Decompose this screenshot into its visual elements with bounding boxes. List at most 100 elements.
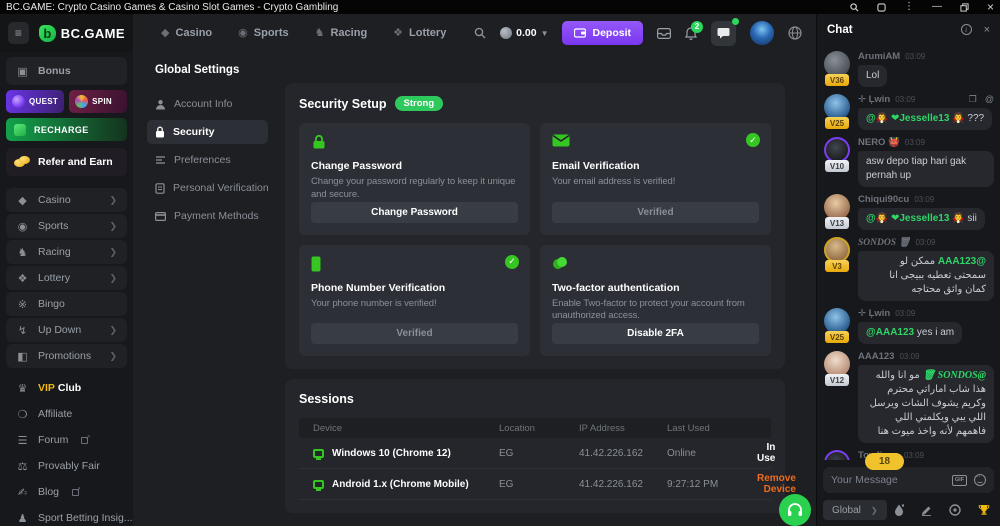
settings-nav-personal-verification[interactable]: Personal Verification <box>147 176 268 200</box>
spin-button[interactable]: SPIN <box>69 90 127 113</box>
nav-link-sports[interactable]: ◉ Sports <box>238 27 288 39</box>
brand-name: BC.GAME <box>61 26 125 41</box>
language-globe-icon[interactable] <box>788 26 802 40</box>
sports-icon: ◉ <box>16 220 29 233</box>
mention-icon[interactable]: @ <box>985 94 994 105</box>
titlebar: BC.GAME: Crypto Casino Games & Casino Sl… <box>0 0 1000 14</box>
settings-nav-payment-methods[interactable]: Payment Methods <box>147 204 268 228</box>
verified-check-icon: ✓ <box>505 255 519 269</box>
settings-nav: Global Settings Account Info Security Pr… <box>155 52 268 526</box>
search-icon[interactable] <box>474 27 486 39</box>
chat-close-icon[interactable]: × <box>984 24 990 36</box>
chat-info-icon[interactable]: i <box>961 24 972 35</box>
chat-message-input[interactable] <box>831 474 952 486</box>
sidebar-item-sport-betting-insights[interactable]: ♟ Sport Betting Insig... <box>6 506 127 526</box>
remove-device-button[interactable]: Remove Device <box>757 473 796 495</box>
casino-icon: ◆ <box>161 28 169 39</box>
pencil-icon[interactable] <box>921 505 932 516</box>
sidebar-item-lottery[interactable]: ❖ Lottery ❯ <box>6 266 127 290</box>
chat-channel-selector[interactable]: Global❯ <box>823 500 887 520</box>
rain-drop-icon[interactable] <box>894 504 904 516</box>
nav-link-lottery[interactable]: ❖ Lottery <box>393 27 446 39</box>
nav-link-racing[interactable]: ♞ Racing <box>315 27 368 39</box>
sidebar-item-promotions[interactable]: ◧ Promotions ❯ <box>6 344 127 368</box>
user-avatar[interactable] <box>750 21 774 45</box>
sidebar-item-sports[interactable]: ◉ Sports ❯ <box>6 214 127 238</box>
inbox-icon[interactable] <box>657 28 671 39</box>
coin-icon <box>500 27 512 39</box>
sidebar-item-refer-and-earn[interactable]: Refer and Earn <box>6 148 127 176</box>
bingo-icon: ※ <box>16 298 29 311</box>
sidebar-item-vip-club[interactable]: ♛ VIP Club <box>6 376 127 400</box>
chat-messages: V36 ArumiAM 03:09 Lol V25 ✛ Ļwin 03:09 ❐… <box>817 45 1000 526</box>
chat-toggle-icon[interactable] <box>711 21 736 46</box>
sidebar-item-casino[interactable]: ◆ Casino ❯ <box>6 188 127 212</box>
settings-title: Global Settings <box>155 64 268 76</box>
search-icon[interactable] <box>850 3 859 12</box>
chat-username[interactable]: AAA123 <box>858 351 894 362</box>
sidebar-item-affiliate[interactable]: ❍ Affiliate <box>6 402 127 426</box>
sidebar-item-forum[interactable]: ☰ Forum <box>6 428 127 452</box>
notifications-bell-icon[interactable]: 2 <box>685 27 697 40</box>
sidebar-toggle-button[interactable]: ≡ <box>8 22 29 44</box>
extensions-icon[interactable] <box>877 3 886 12</box>
sports-icon: ◉ <box>238 28 248 39</box>
chat-message: V25 ✛ Ļwin 03:09 ❐@ @🧛 ❤Jesselle13 🧛 ??? <box>823 94 994 130</box>
menu-kebab-icon[interactable]: ⋮ <box>904 2 914 12</box>
card-desc: Your phone number is verified! <box>311 298 518 311</box>
brand-logo[interactable]: b BC.GAME <box>39 25 125 42</box>
card-title: Two-factor authentication <box>552 282 759 294</box>
sidebar-item-blog[interactable]: ✍ Blog <box>6 480 127 504</box>
sidebar-item-bingo[interactable]: ※ Bingo <box>6 292 127 316</box>
chat-username[interactable]: ✛ Ļwin <box>858 94 890 105</box>
chat-username[interactable]: Chiqui90cu <box>858 194 909 205</box>
chat-username[interactable]: ✛ Ļwin <box>858 308 890 319</box>
sidebar-item-provably-fair[interactable]: ⚖ Provably Fair <box>6 454 127 478</box>
smartphone-icon <box>311 256 321 272</box>
notification-count-badge: 2 <box>691 21 703 33</box>
sidebar-item-bonus[interactable]: ▣ Bonus <box>6 57 127 85</box>
wallet-balance[interactable]: 0.00 ▼ <box>500 27 548 39</box>
deposit-button[interactable]: Deposit <box>562 21 643 45</box>
support-button[interactable] <box>779 494 811 526</box>
chevron-right-icon: ❯ <box>109 325 117 336</box>
gif-icon[interactable]: GIF <box>952 475 967 486</box>
unread-messages-badge[interactable]: 18 <box>865 453 904 470</box>
chat-username[interactable]: ArumiAM <box>858 51 900 62</box>
sessions-panel: Sessions Device Location IP Address Last… <box>285 379 785 513</box>
chat-username[interactable]: SONDOS 🗑 <box>858 237 910 248</box>
settings-nav-security[interactable]: Security <box>147 120 268 144</box>
quest-button[interactable]: QUEST <box>6 90 64 113</box>
bcgame-logo-icon: b <box>39 25 56 42</box>
top-nav: ≡ b BC.GAME ◆ Casino ◉ Sports ♞ <box>0 14 816 52</box>
person-icon <box>155 99 166 110</box>
sidebar-item-up-down[interactable]: ↯ Up Down ❯ <box>6 318 127 342</box>
chevron-right-icon: ❯ <box>109 221 117 232</box>
phone-verified-button[interactable]: Verified <box>311 323 518 344</box>
email-verified-button[interactable]: Verified <box>552 202 759 223</box>
settings-nav-account-info[interactable]: Account Info <box>147 92 268 116</box>
insights-icon: ♟ <box>16 512 29 525</box>
sidebar-item-racing[interactable]: ♞ Racing ❯ <box>6 240 127 264</box>
chat-username[interactable]: NERO 👹 <box>858 137 900 148</box>
coin-record-icon[interactable] <box>949 504 961 516</box>
envelope-icon <box>552 134 570 147</box>
trophy-icon[interactable] <box>978 504 990 516</box>
casino-icon: ◆ <box>16 194 29 207</box>
restore-button[interactable] <box>960 3 969 12</box>
recharge-button[interactable]: RECHARGE <box>6 118 127 141</box>
settings-nav-preferences[interactable]: Preferences <box>147 148 268 172</box>
disable-2fa-button[interactable]: Disable 2FA <box>552 323 759 344</box>
two-factor-card: Two-factor authentication Enable Two-fac… <box>540 245 771 357</box>
emoji-icon[interactable] <box>974 474 986 486</box>
nav-link-casino[interactable]: ◆ Casino <box>161 27 212 39</box>
chevron-right-icon: ❯ <box>109 351 117 362</box>
chat-active-dot <box>732 18 739 25</box>
preferences-icon <box>155 155 166 165</box>
close-button[interactable]: × <box>987 2 994 12</box>
racing-icon: ♞ <box>16 246 29 259</box>
tip-icon[interactable]: ❐ <box>969 94 977 105</box>
sidebar: ▣ Bonus QUEST SPIN <box>0 52 133 526</box>
minimize-button[interactable]: — <box>932 2 942 12</box>
change-password-button[interactable]: Change Password <box>311 202 518 223</box>
